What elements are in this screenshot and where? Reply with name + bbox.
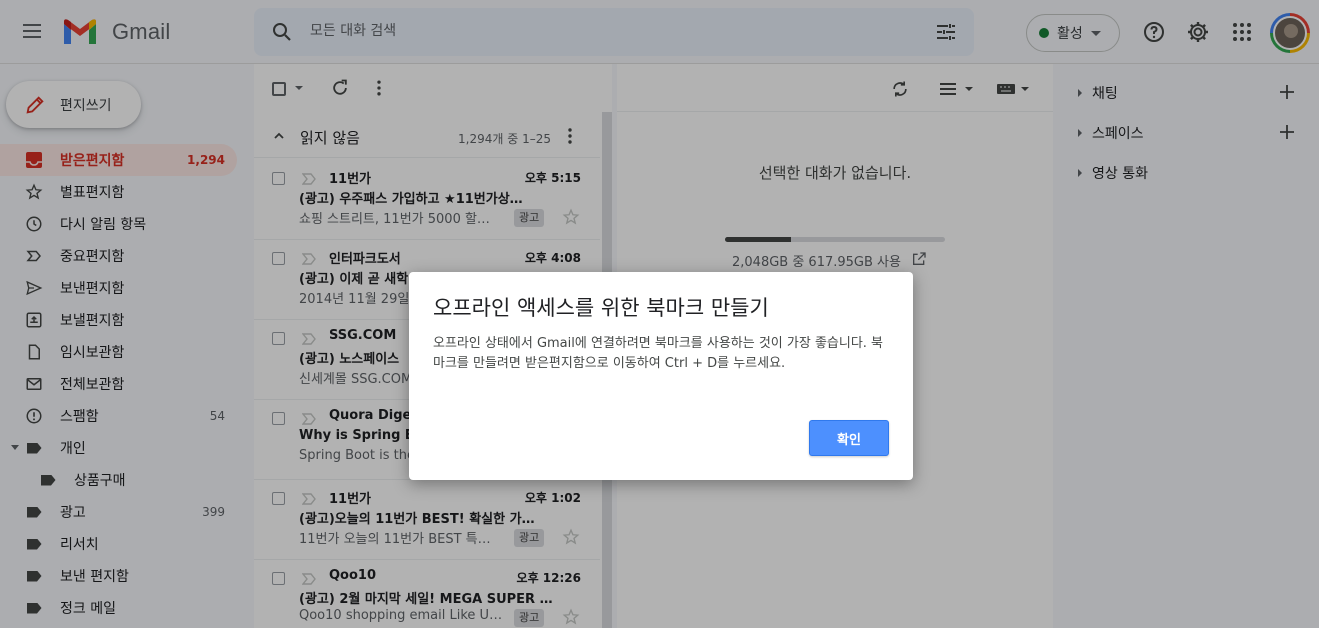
dialog-title: 오프라인 액세스를 위한 북마크 만들기 <box>433 296 769 320</box>
offline-bookmark-dialog: 오프라인 액세스를 위한 북마크 만들기 오프라인 상태에서 Gmail에 연결… <box>409 272 913 480</box>
dialog-body: 오프라인 상태에서 Gmail에 연결하려면 북마크를 사용하는 것이 가장 좋… <box>433 336 884 371</box>
confirm-button[interactable]: 확인 <box>809 420 889 456</box>
